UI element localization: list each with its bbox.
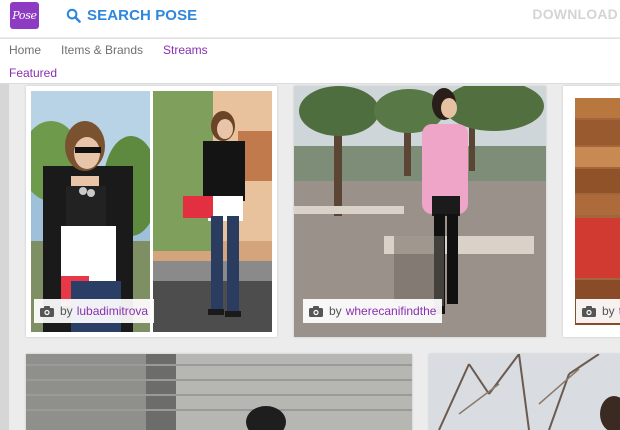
- camera-icon: [582, 305, 596, 317]
- post-credit: by lubadimitrova: [34, 299, 155, 323]
- post-photo[interactable]: [429, 354, 620, 430]
- main-nav: Home Items & Brands Streams: [0, 38, 620, 63]
- credit-username-link[interactable]: lubadimitrova: [77, 304, 148, 318]
- pose-logo[interactable]: Pose: [10, 2, 39, 29]
- post-credit: by wherecanifindthe: [303, 299, 443, 323]
- post-card[interactable]: by wherecanifindthe: [294, 86, 546, 337]
- camera-icon: [309, 305, 323, 317]
- post-card[interactable]: [26, 354, 412, 430]
- search-pose-button[interactable]: SEARCH POSE: [66, 6, 197, 24]
- post-photo[interactable]: [31, 91, 150, 332]
- left-gutter: [0, 84, 9, 430]
- post-card[interactable]: by t: [563, 86, 620, 337]
- top-header: Pose SEARCH POSE DOWNLOAD: [0, 0, 620, 37]
- download-button[interactable]: DOWNLOAD: [532, 6, 618, 22]
- credit-username-link[interactable]: wherecanifindthe: [346, 304, 437, 318]
- search-pose-label: SEARCH POSE: [87, 6, 198, 24]
- post-photo[interactable]: [26, 354, 412, 430]
- nav-home[interactable]: Home: [9, 43, 41, 57]
- post-credit: by t: [576, 299, 620, 323]
- sub-nav: Featured: [0, 62, 620, 84]
- subnav-featured[interactable]: Featured: [9, 66, 57, 80]
- post-photo[interactable]: [153, 91, 272, 332]
- credit-by-text: by: [602, 304, 615, 318]
- nav-items-brands[interactable]: Items & Brands: [61, 43, 143, 57]
- post-photo[interactable]: [575, 98, 620, 325]
- search-icon: [66, 8, 81, 23]
- credit-by-text: by: [60, 304, 73, 318]
- post-card[interactable]: [429, 354, 620, 430]
- nav-streams[interactable]: Streams: [163, 43, 208, 57]
- post-card[interactable]: by lubadimitrova: [26, 86, 277, 337]
- camera-icon: [40, 305, 54, 317]
- credit-by-text: by: [329, 304, 342, 318]
